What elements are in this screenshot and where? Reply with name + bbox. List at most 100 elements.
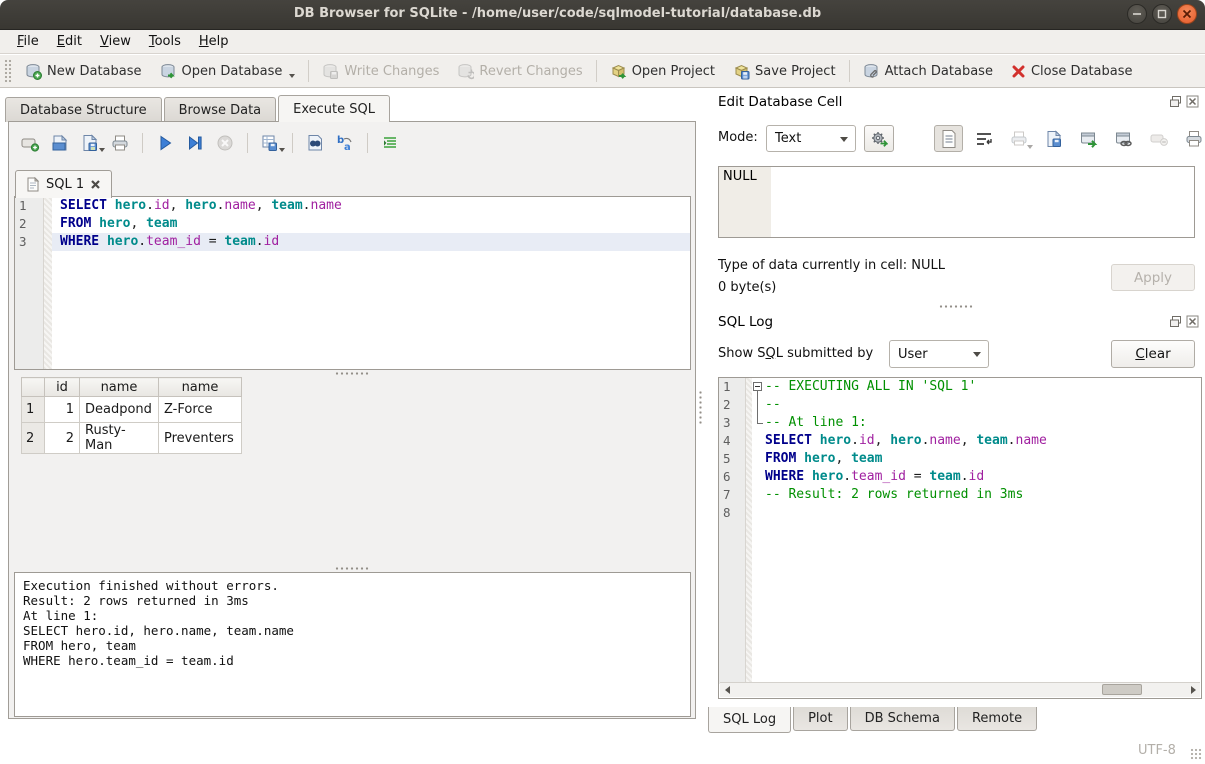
open-database-button[interactable]: Open Database — [151, 59, 305, 84]
open-sql-tab-icon[interactable] — [19, 132, 41, 154]
fold-collapse-icon[interactable] — [753, 382, 762, 391]
sql-file-icon — [26, 177, 40, 192]
attach-database-button[interactable]: Attach Database — [854, 59, 1002, 84]
log-line: -- EXECUTING ALL IN 'SQL 1' — [765, 378, 1201, 396]
revert-changes-button: Revert Changes — [448, 59, 591, 84]
table-row[interactable]: 2 2 Rusty-Man Preventers — [22, 423, 242, 454]
auto-switch-mode-button[interactable] — [864, 125, 894, 152]
row-header[interactable]: 2 — [22, 423, 45, 454]
save-project-button[interactable]: Save Project — [724, 59, 845, 84]
corner-header[interactable] — [22, 378, 45, 397]
scroll-left-arrow-icon[interactable] — [720, 683, 734, 696]
fold-markers[interactable] — [752, 378, 765, 432]
save-results-dropdown[interactable] — [279, 148, 285, 152]
sql-log-view[interactable]: 1 2 3 4 5 6 7 8 -- EXECUTING ALL IN 'SQL… — [718, 377, 1202, 699]
title-bar[interactable]: DB Browser for SQLite - /home/user/code/… — [0, 0, 1205, 30]
apply-button: Apply — [1111, 264, 1195, 291]
tab-database-structure[interactable]: Database Structure — [5, 97, 162, 122]
menu-edit[interactable]: Edit — [48, 31, 91, 52]
open-sql-file-icon[interactable] — [49, 132, 71, 154]
log-line: -- Result: 2 rows returned in 3ms — [765, 486, 1201, 504]
execute-line-icon[interactable] — [184, 132, 206, 154]
cell-team-name[interactable]: Z-Force — [159, 397, 242, 423]
splitter-left-right[interactable] — [698, 390, 703, 424]
text-mode-icon[interactable] — [934, 125, 963, 152]
log-filter-value: User — [898, 347, 928, 362]
splitter-cell-log[interactable] — [706, 303, 1205, 309]
toolbar-separator — [142, 133, 143, 153]
save-results-icon[interactable] — [259, 132, 281, 154]
sql-editor[interactable]: 1 2 3 SELECT hero.id, hero.name, team.na… — [14, 196, 691, 370]
float-dock-icon[interactable] — [1169, 95, 1182, 108]
new-database-button[interactable]: New Database — [16, 59, 151, 84]
col-header-id[interactable]: id — [45, 378, 80, 397]
minimize-button[interactable] — [1127, 4, 1147, 24]
mode-select[interactable]: Text — [766, 125, 856, 152]
cell-id[interactable]: 1 — [45, 397, 80, 423]
mode-value: Text — [775, 131, 801, 146]
editor-gutter: 1 2 3 — [15, 197, 44, 369]
row-header[interactable]: 1 — [22, 397, 45, 423]
table-row[interactable]: 1 1 Deadpond Z-Force — [22, 397, 242, 423]
export-cell-icon[interactable] — [1074, 125, 1103, 152]
sql-editor-toolbar: ba — [19, 130, 401, 156]
find-replace-icon[interactable]: ba — [334, 132, 356, 154]
cell-id[interactable]: 2 — [45, 423, 80, 454]
resize-grip[interactable] — [1190, 748, 1202, 760]
log-filter-select[interactable]: User — [889, 340, 989, 368]
word-wrap-icon[interactable] — [969, 125, 998, 152]
col-header-team-name[interactable]: name — [159, 378, 242, 397]
tab-db-schema[interactable]: DB Schema — [850, 707, 955, 731]
open-database-dropdown[interactable] — [289, 74, 295, 78]
cell-value-editor[interactable]: NULL — [718, 166, 1195, 238]
open-project-button[interactable]: Open Project — [601, 59, 724, 84]
float-dock-icon[interactable] — [1169, 315, 1182, 328]
tab-execute-sql[interactable]: Execute SQL — [278, 95, 390, 122]
cell-hero-name[interactable]: Rusty-Man — [80, 423, 159, 454]
scroll-right-arrow-icon[interactable] — [1186, 683, 1200, 696]
save-sql-dropdown[interactable] — [99, 148, 105, 152]
splitter-editor-results[interactable] — [9, 370, 695, 376]
splitter-results-messages[interactable] — [9, 565, 695, 571]
log-horizontal-scrollbar[interactable] — [720, 682, 1200, 697]
execution-message-box[interactable]: Execution finished without errors. Resul… — [14, 572, 691, 717]
scrollbar-thumb[interactable] — [1102, 684, 1142, 695]
cell-team-name[interactable]: Preventers — [159, 423, 242, 454]
execute-all-icon[interactable] — [154, 132, 176, 154]
col-header-hero-name[interactable]: name — [80, 378, 159, 397]
menu-view[interactable]: View — [91, 31, 140, 52]
maximize-button[interactable] — [1152, 4, 1172, 24]
close-button[interactable] — [1177, 4, 1197, 24]
mode-label: Mode: — [718, 130, 758, 145]
tab-browse-data[interactable]: Browse Data — [164, 97, 277, 122]
sql-tab-label: SQL 1 — [46, 177, 84, 192]
toolbar-drag-handle[interactable] — [4, 59, 12, 83]
toolbar-separator — [308, 60, 309, 82]
print-icon[interactable] — [109, 132, 131, 154]
link-cell-icon[interactable] — [1109, 125, 1138, 152]
close-dock-icon[interactable] — [1186, 95, 1199, 108]
encoding-indicator[interactable]: UTF-8 — [1138, 743, 1176, 758]
results-table[interactable]: id name name 1 1 Deadpond Z-Force 2 2 Ru… — [21, 377, 242, 454]
close-dock-icon[interactable] — [1186, 315, 1199, 328]
toolbar-separator — [247, 133, 248, 153]
menu-file[interactable]: File — [8, 31, 48, 52]
print-cell-icon[interactable] — [1179, 125, 1205, 152]
edit-cell-dock-title: Edit Database Cell — [718, 94, 842, 110]
close-database-button[interactable]: Close Database — [1002, 60, 1142, 83]
sql-tab[interactable]: SQL 1 — [15, 170, 112, 198]
log-line: FROM hero, team — [765, 450, 1201, 468]
menu-tools[interactable]: Tools — [140, 31, 190, 52]
tab-plot[interactable]: Plot — [793, 707, 848, 731]
tab-remote[interactable]: Remote — [957, 707, 1037, 731]
format-sql-icon[interactable] — [379, 132, 401, 154]
find-icon[interactable] — [304, 132, 326, 154]
clear-log-button[interactable]: Clear — [1111, 340, 1195, 368]
save-cell-icon[interactable] — [1039, 125, 1068, 152]
menu-help[interactable]: Help — [190, 31, 238, 52]
save-sql-file-icon[interactable] — [79, 132, 101, 154]
tab-sql-log[interactable]: SQL Log — [708, 707, 791, 733]
log-line: WHERE hero.team_id = team.id — [765, 468, 1201, 486]
close-tab-icon[interactable] — [90, 179, 101, 190]
cell-hero-name[interactable]: Deadpond — [80, 397, 159, 423]
